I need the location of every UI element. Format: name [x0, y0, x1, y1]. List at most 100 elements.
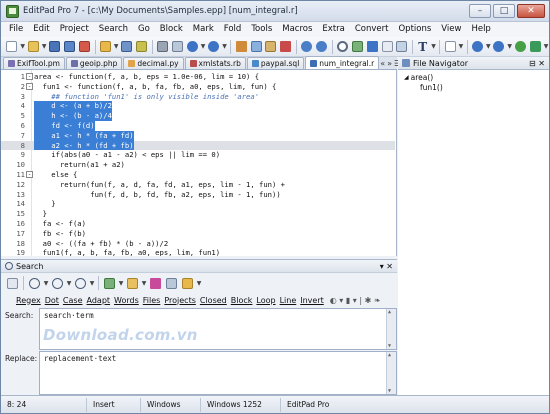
- code-line[interactable]: 3 ## function 'fun1' is only visible ins…: [1, 92, 395, 102]
- redo-icon[interactable]: [315, 39, 329, 54]
- code-line[interactable]: 6 fd <- f(d): [1, 121, 395, 131]
- undo-icon[interactable]: [300, 39, 314, 54]
- next-icon[interactable]: [492, 39, 506, 54]
- tab-num-integral-r[interactable]: num_integral.r: [305, 56, 380, 69]
- page-dropdown-icon[interactable]: ▼: [458, 43, 464, 50]
- find-previous-icon[interactable]: [73, 276, 88, 291]
- save-icon[interactable]: [48, 39, 62, 54]
- next-dropdown-icon[interactable]: ▼: [507, 43, 513, 50]
- cut-icon[interactable]: [234, 39, 248, 54]
- search-extra-icons[interactable]: ◐ ▾ ▮ ▾ | ✱ ❧: [330, 296, 381, 305]
- find-first-icon[interactable]: [27, 276, 42, 291]
- replace-next-dropdown-icon[interactable]: ▼: [118, 280, 124, 287]
- tree-node[interactable]: ◢ area(): [404, 73, 549, 83]
- close-search-panel-icon[interactable]: ▾ ✕: [380, 262, 397, 271]
- code-line[interactable]: 19 fun1(f, a, b, fa, fb, a0, eps, lim, f…: [1, 248, 395, 256]
- find-next-icon[interactable]: [50, 276, 65, 291]
- bookmark-icon[interactable]: [365, 39, 379, 54]
- menu-macros[interactable]: Macros: [277, 22, 317, 37]
- new-file-icon[interactable]: [5, 39, 19, 54]
- page-icon[interactable]: [443, 39, 457, 54]
- word-wrap-icon[interactable]: [395, 39, 409, 54]
- back-icon[interactable]: [185, 39, 199, 54]
- fold-toggle-icon[interactable]: -: [26, 171, 33, 178]
- fold-toggle-icon[interactable]: -: [26, 73, 33, 80]
- menu-tools[interactable]: Tools: [246, 22, 277, 37]
- insert-mode[interactable]: Insert: [87, 397, 141, 412]
- tabs-prev-icon[interactable]: «: [380, 59, 385, 68]
- encoding[interactable]: Windows 1252: [201, 397, 281, 412]
- highlight-icon[interactable]: [148, 276, 163, 291]
- close-button[interactable]: ✕: [517, 4, 545, 18]
- forward-dropdown-icon[interactable]: ▼: [222, 43, 228, 50]
- menu-block[interactable]: Block: [155, 22, 188, 37]
- save-all-icon[interactable]: [63, 39, 77, 54]
- code-line[interactable]: 10 return(a1 + a2): [1, 160, 395, 170]
- find-first-dropdown-icon[interactable]: ▼: [43, 280, 49, 287]
- menu-help[interactable]: Help: [466, 22, 495, 37]
- menu-view[interactable]: View: [436, 22, 466, 37]
- code-line[interactable]: 2- fun1 <- function(f, a, b, fa, fb, a0,…: [1, 82, 395, 92]
- close-file-icon[interactable]: [78, 39, 92, 54]
- open-file-icon[interactable]: [26, 39, 40, 54]
- print-icon[interactable]: [156, 39, 170, 54]
- save-project-icon[interactable]: [120, 39, 134, 54]
- menu-options[interactable]: Options: [393, 22, 436, 37]
- code-line[interactable]: 15 }: [1, 209, 395, 219]
- menu-fold[interactable]: Fold: [219, 22, 247, 37]
- line-break-style[interactable]: Windows: [141, 397, 201, 412]
- multi-file-dropdown-icon[interactable]: ▼: [196, 280, 202, 287]
- search-option-invert[interactable]: Invert: [298, 296, 326, 305]
- open-project-dropdown-icon[interactable]: ▼: [113, 43, 119, 50]
- search-option-regex[interactable]: Regex: [14, 296, 43, 305]
- previous-icon[interactable]: [471, 39, 485, 54]
- replace-all-icon[interactable]: [125, 276, 140, 291]
- code-line[interactable]: 4 d <- (a + b)/2: [1, 101, 395, 112]
- tabs-next-icon[interactable]: »: [387, 59, 392, 68]
- tree-node-label[interactable]: fun1(): [420, 83, 443, 93]
- code-line[interactable]: 14 }: [1, 199, 395, 209]
- search-option-line[interactable]: Line: [278, 296, 299, 305]
- replace-all-dropdown-icon[interactable]: ▼: [141, 280, 147, 287]
- menu-project[interactable]: Project: [55, 22, 94, 37]
- code-editor[interactable]: 1- area <- function(f, a, b, eps = 1.0e-0…: [1, 70, 397, 256]
- code-line[interactable]: 12 return(fun(f, a, d, fa, fd, a1, eps, …: [1, 180, 395, 190]
- search-input-scrollbar[interactable]: [386, 309, 396, 349]
- minimize-button[interactable]: –: [469, 4, 491, 18]
- multi-file-icon[interactable]: [180, 276, 195, 291]
- fold-icon[interactable]: [380, 39, 394, 54]
- clip-icon[interactable]: [513, 39, 527, 54]
- search-option-dot[interactable]: Dot: [43, 296, 61, 305]
- spell-check-dropdown-icon[interactable]: ▼: [543, 43, 549, 50]
- open-project-icon[interactable]: [99, 39, 113, 54]
- close-project-icon[interactable]: [135, 39, 149, 54]
- menu-extra[interactable]: Extra: [317, 22, 349, 37]
- forward-icon[interactable]: [207, 39, 221, 54]
- search-option-projects[interactable]: Projects: [162, 296, 198, 305]
- back-dropdown-icon[interactable]: ▼: [200, 43, 206, 50]
- tree-node-label[interactable]: area(): [411, 73, 434, 83]
- maximize-button[interactable]: □: [493, 4, 515, 18]
- search-option-case[interactable]: Case: [61, 296, 85, 305]
- tab-exiftool-pm[interactable]: ExifTool.pm: [3, 57, 65, 69]
- close-panel-icon[interactable]: ⊟ ✕: [529, 59, 549, 68]
- code-line[interactable]: 13 fun(f, d, b, fd, fb, a2, eps, lim - 1…: [1, 190, 395, 200]
- search-history-icon[interactable]: [5, 276, 20, 291]
- fold-matches-icon[interactable]: [164, 276, 179, 291]
- search-option-adapt[interactable]: Adapt: [85, 296, 113, 305]
- spell-check-icon[interactable]: [528, 39, 542, 54]
- menu-file[interactable]: File: [4, 22, 28, 37]
- tab-decimal-py[interactable]: decimal.py: [123, 57, 184, 69]
- font-icon[interactable]: T: [416, 39, 430, 54]
- search-option-closed[interactable]: Closed: [198, 296, 229, 305]
- find-icon[interactable]: [335, 39, 349, 54]
- menu-edit[interactable]: Edit: [28, 22, 54, 37]
- replace-input-scrollbar[interactable]: [386, 352, 396, 394]
- code-line[interactable]: 8 a2 <- h * (fd + fb): [1, 140, 395, 151]
- code-line[interactable]: 17 fb <- f(b): [1, 229, 395, 239]
- tab-xmlstats-rb[interactable]: xmlstats.rb: [184, 57, 246, 69]
- search-option-block[interactable]: Block: [229, 296, 255, 305]
- previous-dropdown-icon[interactable]: ▼: [485, 43, 491, 50]
- tab-paypal-sql[interactable]: paypal.sql: [246, 57, 305, 69]
- new-file-dropdown-icon[interactable]: ▼: [20, 43, 26, 50]
